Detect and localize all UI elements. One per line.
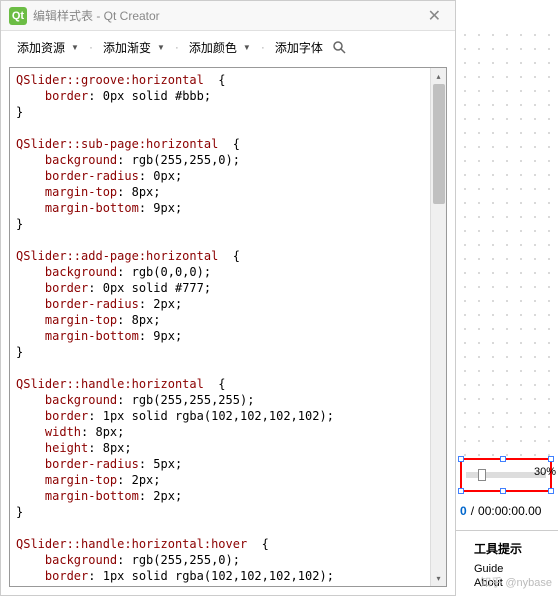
divider (456, 530, 558, 531)
selection-handle[interactable] (548, 456, 554, 462)
separator: · (175, 40, 179, 54)
separator: · (261, 40, 265, 54)
scroll-down-button[interactable]: ▾ (431, 570, 446, 586)
time-display: 0 / 00:00:00.00 (460, 504, 541, 518)
designer-panel: 30% 0 / 00:00:00.00 工具提示 Guide About (456, 0, 558, 596)
selection-handle[interactable] (458, 488, 464, 494)
add-font-button[interactable]: 添加字体 (271, 37, 327, 58)
form-canvas[interactable] (458, 28, 556, 456)
qt-app-icon: Qt (9, 7, 27, 25)
selection-handle[interactable] (500, 488, 506, 494)
magnify-icon[interactable] (331, 39, 347, 55)
stylesheet-editor-container: QSlider::groove:horizontal { border: 0px… (9, 67, 447, 587)
time-current: 0 (460, 504, 467, 518)
window-title: 编辑样式表 - Qt Creator (33, 7, 422, 24)
tooltip-header: 工具提示 (474, 540, 522, 557)
watermark: 知乎 @nybase (480, 574, 552, 590)
add-gradient-button[interactable]: 添加渐变 ▼ (99, 37, 169, 58)
slider-handle[interactable] (478, 469, 486, 481)
add-color-label: 添加颜色 (189, 39, 237, 56)
separator: · (89, 40, 93, 54)
add-resource-button[interactable]: 添加资源 ▼ (13, 37, 83, 58)
selection-handle[interactable] (500, 456, 506, 462)
chevron-down-icon: ▼ (71, 43, 79, 52)
vertical-scrollbar[interactable]: ▴ ▾ (430, 68, 446, 586)
stylesheet-editor[interactable]: QSlider::groove:horizontal { border: 0px… (10, 68, 446, 586)
chevron-down-icon: ▼ (243, 43, 251, 52)
percent-label: 30% (534, 466, 556, 478)
scroll-thumb[interactable] (433, 84, 445, 204)
chevron-down-icon: ▼ (157, 43, 165, 52)
scroll-up-button[interactable]: ▴ (431, 68, 446, 84)
titlebar: Qt 编辑样式表 - Qt Creator ✕ (1, 1, 455, 31)
time-total: 00:00:00.00 (478, 504, 541, 518)
time-separator: / (471, 504, 474, 518)
add-color-button[interactable]: 添加颜色 ▼ (185, 37, 255, 58)
selection-handle[interactable] (458, 456, 464, 462)
selection-handle[interactable] (548, 488, 554, 494)
add-gradient-label: 添加渐变 (103, 39, 151, 56)
add-resource-label: 添加资源 (17, 39, 65, 56)
close-button[interactable]: ✕ (422, 6, 447, 26)
toolbar: 添加资源 ▼ · 添加渐变 ▼ · 添加颜色 ▼ · 添加字体 (1, 31, 455, 63)
add-font-label: 添加字体 (275, 39, 323, 56)
